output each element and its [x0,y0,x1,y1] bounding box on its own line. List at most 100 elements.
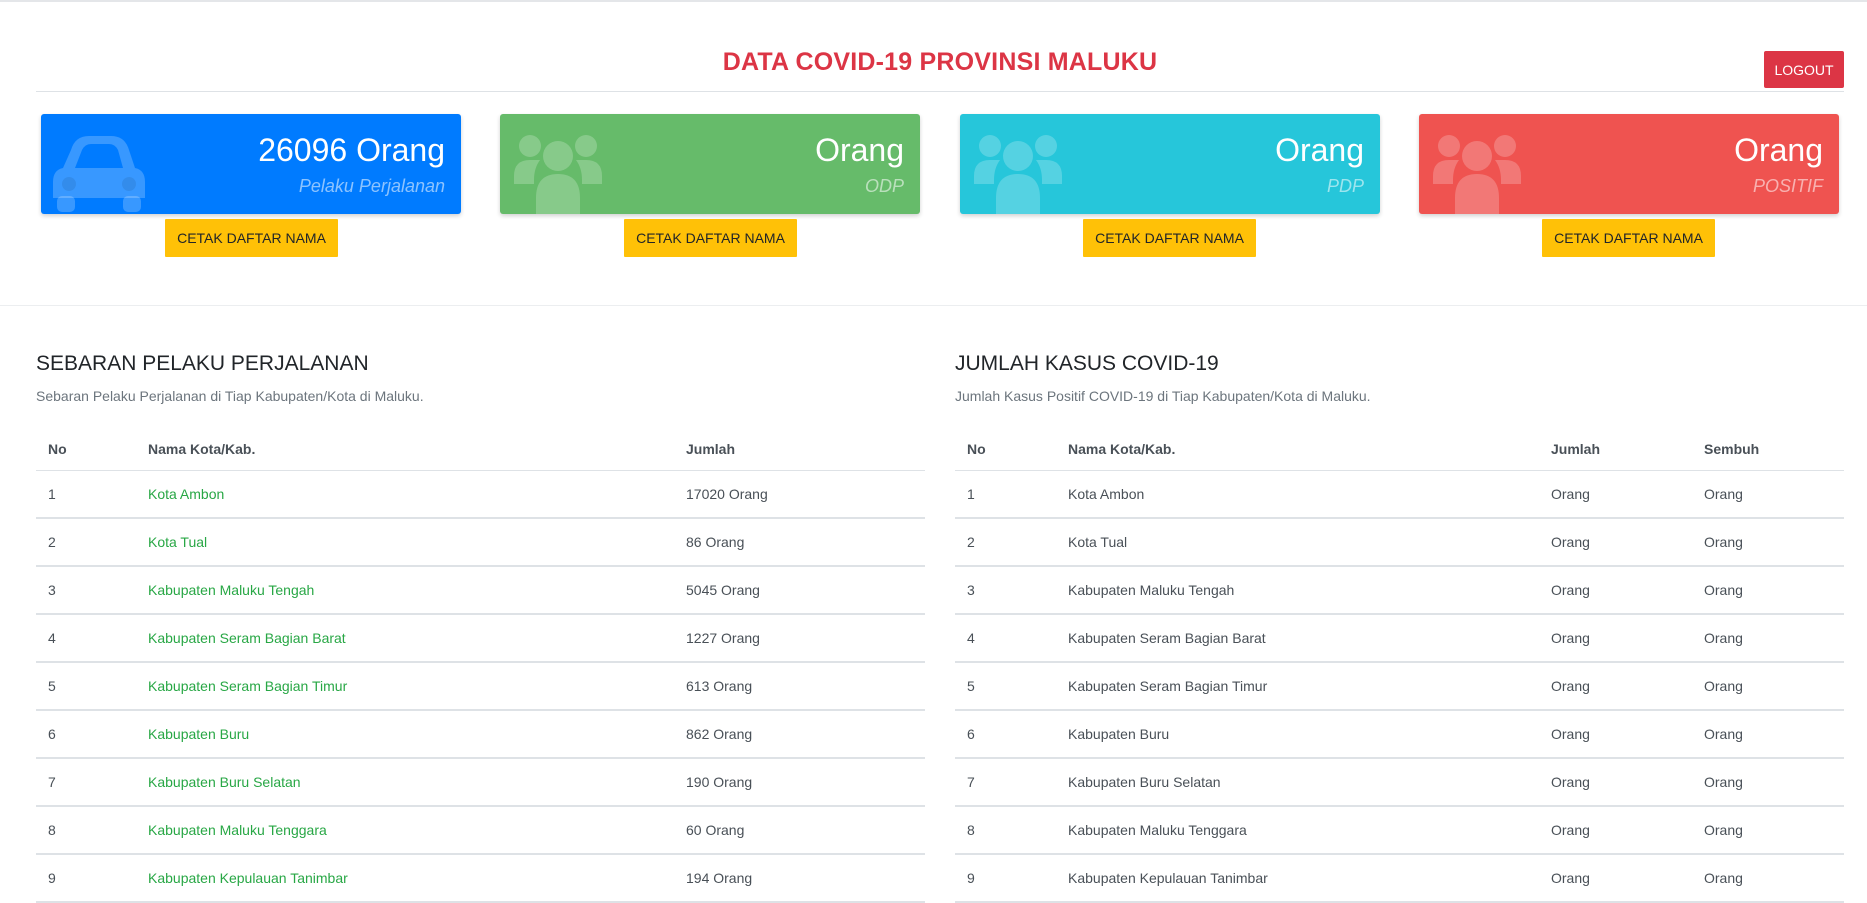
row-number: 6 [955,710,1056,759]
logout-button[interactable]: LOGOUT [1764,51,1844,88]
cases-section: JUMLAH KASUS COVID-19 Jumlah Kasus Posit… [955,352,1844,404]
region-name: Kota Ambon [1056,470,1539,519]
count-cell: 1227 Orang [674,614,925,663]
car-icon [53,136,145,212]
card-count: Orang [1275,132,1364,168]
region-link[interactable]: Kabupaten Maluku Tenggara [136,806,674,855]
count-cell: 862 Orang [674,710,925,759]
row-number: 5 [36,662,136,711]
row-number: 3 [955,566,1056,615]
count-cell: 190 Orang [674,758,925,807]
table-row: 6 Kabupaten Buru 862 Orang [36,710,925,759]
count-cell: Orang [1692,710,1844,759]
column-header: Jumlah [674,428,925,471]
row-number: 8 [955,806,1056,855]
card-count: 26096 Orang [258,132,445,168]
region-name: Kabupaten Maluku Tengah [1056,566,1539,615]
table-header-row: No Nama Kota/Kab. Jumlah [36,428,925,471]
table-row: 4 Kabupaten Seram Bagian Barat 1227 Orang [36,614,925,663]
region-name: Kabupaten Kepulauan Tanimbar [1056,854,1539,903]
table-row: 9 Kabupaten Kepulauan Tanimbar Orang Orang [955,854,1844,903]
region-link[interactable]: Kabupaten Buru [136,710,674,759]
region-name: Kabupaten Buru [1056,710,1539,759]
count-cell: Orang [1692,758,1844,807]
count-cell: Orang [1692,806,1844,855]
count-cell: 194 Orang [674,854,925,903]
region-name: Kabupaten Buru Selatan [1056,758,1539,807]
cases-table: No Nama Kota/Kab. Jumlah Sembuh 1 Kota Am… [955,428,1844,903]
count-cell: Orang [1692,518,1844,567]
region-name: Kabupaten Seram Bagian Timur [1056,662,1539,711]
count-cell: 60 Orang [674,806,925,855]
column-header: No [36,428,136,471]
print-names-button-pelaku[interactable]: CETAK DAFTAR NAMA [165,219,338,257]
table-row: 2 Kota Tual Orang Orang [955,518,1844,567]
count-cell: Orang [1539,806,1692,855]
count-cell: Orang [1539,662,1692,711]
count-cell: Orang [1539,470,1692,519]
region-link[interactable]: Kabupaten Seram Bagian Timur [136,662,674,711]
row-number: 8 [36,806,136,855]
table-row: 6 Kabupaten Buru Orang Orang [955,710,1844,759]
cases-title: JUMLAH KASUS COVID-19 [955,352,1219,375]
region-link[interactable]: Kabupaten Maluku Tengah [136,566,674,615]
column-header: Sembuh [1692,428,1844,471]
print-names-button-positif[interactable]: CETAK DAFTAR NAMA [1542,219,1715,257]
print-names-button-pdp[interactable]: CETAK DAFTAR NAMA [1083,219,1256,257]
card-pelaku-perjalanan: 26096 Orang Pelaku Perjalanan [41,114,461,214]
region-link[interactable]: Kabupaten Kepulauan Tanimbar [136,854,674,903]
card-label: ODP [864,176,904,196]
region-link[interactable]: Kabupaten Seram Bagian Barat [136,614,674,663]
table-row: 8 Kabupaten Maluku Tenggara Orang Orang [955,806,1844,855]
count-cell: Orang [1692,470,1844,519]
travelers-table: No Nama Kota/Kab. Jumlah 1 Kota Ambon 1702… [36,428,925,903]
region-link[interactable]: Kota Ambon [136,470,674,519]
row-number: 4 [36,614,136,663]
region-link[interactable]: Kabupaten Buru Selatan [136,758,674,807]
travelers-title: SEBARAN PELAKU PERJALANAN [36,352,369,375]
row-number: 2 [955,518,1056,567]
print-names-button-odp[interactable]: CETAK DAFTAR NAMA [624,219,797,257]
count-cell: Orang [1539,854,1692,903]
users-icon [1433,135,1521,214]
column-header: Nama Kota/Kab. [136,428,674,471]
table-row: 1 Kota Ambon Orang Orang [955,470,1844,519]
row-number: 7 [36,758,136,807]
table-row: 5 Kabupaten Seram Bagian Timur 613 Orang [36,662,925,711]
column-header: Jumlah [1539,428,1692,471]
row-number: 5 [955,662,1056,711]
count-cell: Orang [1539,566,1692,615]
region-name: Kabupaten Maluku Tenggara [1056,806,1539,855]
region-name: Kabupaten Seram Bagian Barat [1056,614,1539,663]
count-cell: 613 Orang [674,662,925,711]
card-label: PDP [1326,176,1364,196]
page-header: DATA COVID-19 PROVINSI MALUKU LOGOUT [36,40,1844,92]
row-number: 9 [955,854,1056,903]
table-row: 1 Kota Ambon 17020 Orang [36,470,925,519]
card-count: Orang [815,132,904,168]
count-cell: Orang [1692,662,1844,711]
table-row: 3 Kabupaten Maluku Tengah Orang Orang [955,566,1844,615]
row-number: 3 [36,566,136,615]
count-cell: 17020 Orang [674,470,925,519]
table-row: 9 Kabupaten Kepulauan Tanimbar 194 Orang [36,854,925,903]
table-row: 4 Kabupaten Seram Bagian Barat Orang Orang [955,614,1844,663]
table-header-row: No Nama Kota/Kab. Jumlah Sembuh [955,428,1844,471]
count-cell: Orang [1539,710,1692,759]
column-header: No [955,428,1056,471]
row-number: 9 [36,854,136,903]
region-link[interactable]: Kota Tual [136,518,674,567]
count-cell: Orang [1539,518,1692,567]
top-border [0,0,1867,2]
users-icon [974,135,1062,214]
count-cell: Orang [1692,614,1844,663]
travelers-description: Sebaran Pelaku Perjalanan di Tiap Kabupa… [36,388,424,404]
table-row: 8 Kabupaten Maluku Tenggara 60 Orang [36,806,925,855]
row-number: 6 [36,710,136,759]
column-header: Nama Kota/Kab. [1056,428,1539,471]
count-cell: 5045 Orang [674,566,925,615]
table-row: 3 Kabupaten Maluku Tengah 5045 Orang [36,566,925,615]
count-cell: Orang [1692,854,1844,903]
section-divider [0,305,1867,306]
card-label: POSITIF [1752,176,1823,196]
